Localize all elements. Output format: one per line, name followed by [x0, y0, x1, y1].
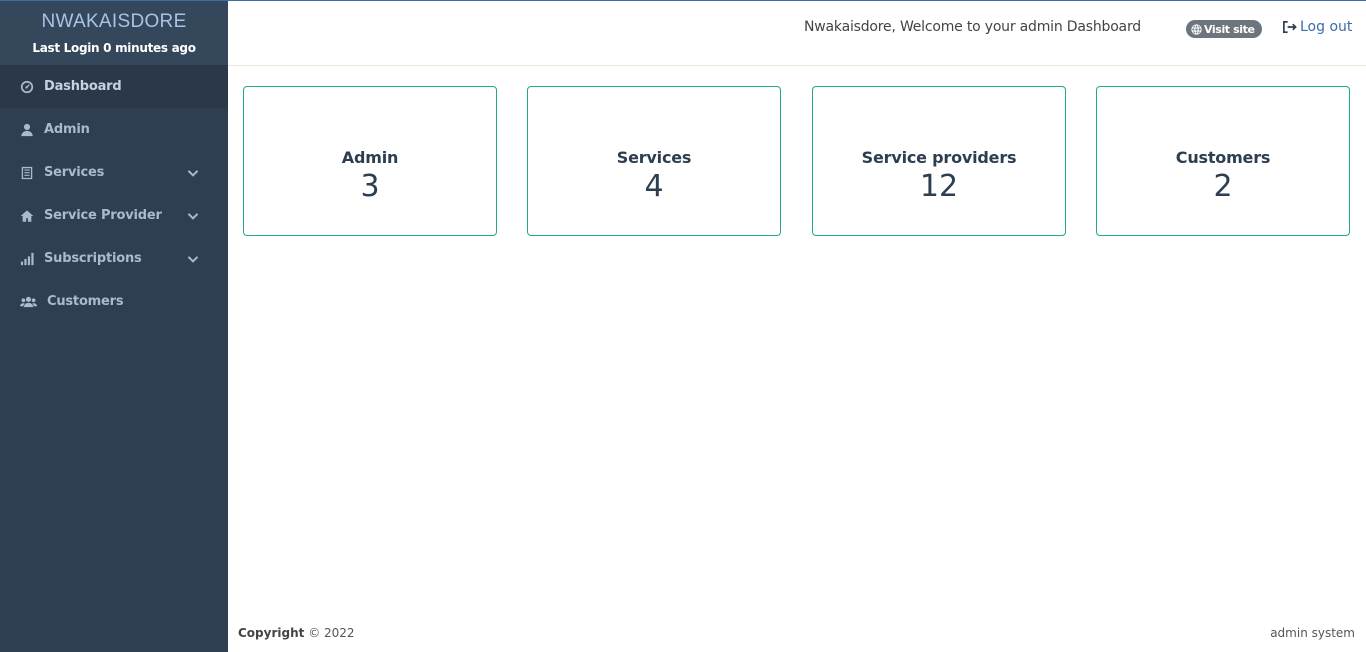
dashboard-icon: [20, 80, 34, 94]
sidebar-item-customers[interactable]: Customers: [0, 280, 228, 323]
footer-system-name: admin system: [1270, 626, 1355, 640]
sidebar-brand: NWAKAISDORE Last Login 0 minutes ago: [0, 1, 228, 65]
visit-site-label: Visit site: [1204, 22, 1255, 36]
card-value: 2: [1213, 169, 1233, 204]
card-value: 4: [644, 169, 664, 204]
footer-copyright: Copyright © 2022: [238, 626, 355, 640]
card-value: 3: [360, 169, 380, 204]
brand-name[interactable]: NWAKAISDORE: [0, 11, 228, 33]
sidebar-item-label: Dashboard: [44, 79, 122, 94]
card-title: Services: [616, 148, 692, 167]
sidebar-item-label: Services: [44, 165, 105, 180]
sidebar-item-label: Customers: [47, 294, 124, 309]
welcome-text: Nwakaisdore, Welcome to your admin Dashb…: [804, 19, 1141, 35]
sidebar-item-service-provider[interactable]: Service Provider: [0, 194, 228, 237]
sidebar-item-admin[interactable]: Admin: [0, 108, 228, 151]
sidebar-item-label: Subscriptions: [44, 251, 142, 266]
logout-link[interactable]: Log out: [1282, 19, 1352, 35]
sidebar-item-label: Admin: [44, 122, 90, 137]
sidebar: NWAKAISDORE Last Login 0 minutes ago Das…: [0, 1, 228, 652]
visit-site-button[interactable]: Visit site: [1186, 20, 1262, 38]
chevron-down-icon[interactable]: [186, 252, 200, 266]
globe-icon: [1191, 23, 1202, 35]
logout-label: Log out: [1300, 19, 1353, 35]
stat-card-service-providers[interactable]: Service providers 12: [812, 86, 1066, 236]
list-icon: [20, 166, 34, 180]
card-title: Service providers: [861, 148, 1017, 167]
last-login-text: Last Login 0 minutes ago: [32, 41, 196, 55]
bar-signal-icon: [20, 252, 34, 266]
stat-card-admin[interactable]: Admin 3: [243, 86, 497, 236]
copyright-label: Copyright: [238, 626, 305, 640]
sidebar-item-subscriptions[interactable]: Subscriptions: [0, 237, 228, 280]
sidebar-item-label: Service Provider: [44, 208, 162, 223]
home-icon: [20, 209, 34, 223]
chevron-down-icon[interactable]: [186, 166, 200, 180]
stat-card-services[interactable]: Services 4: [527, 86, 781, 236]
card-title: Customers: [1175, 148, 1271, 167]
sidebar-item-services[interactable]: Services: [0, 151, 228, 194]
user-icon: [20, 123, 34, 137]
users-icon: [20, 295, 37, 309]
copyright-year: © 2022: [308, 626, 355, 640]
stat-card-customers[interactable]: Customers 2: [1096, 86, 1350, 236]
top-header: Nwakaisdore, Welcome to your admin Dashb…: [228, 1, 1366, 66]
sidebar-item-dashboard[interactable]: Dashboard: [0, 65, 228, 108]
card-title: Admin: [341, 148, 399, 167]
chevron-down-icon[interactable]: [186, 209, 200, 223]
sidebar-nav: Dashboard Admin Services Service Provide…: [0, 65, 228, 323]
logout-icon: [1283, 21, 1297, 33]
card-value: 12: [919, 169, 959, 204]
